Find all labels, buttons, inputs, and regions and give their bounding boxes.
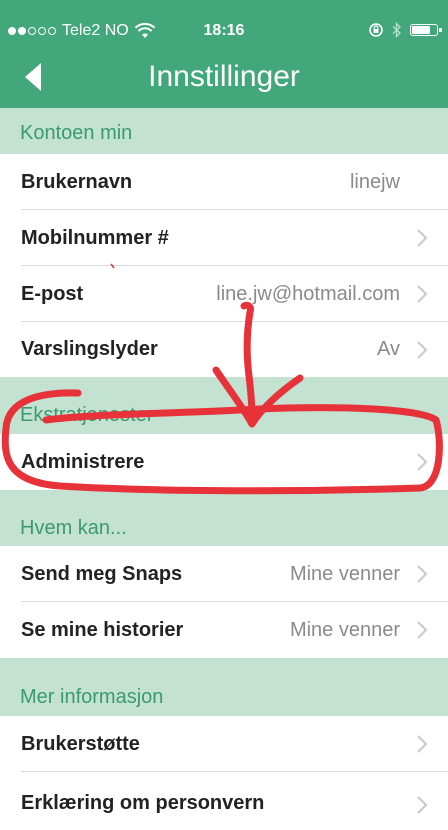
settings-row-support[interactable]: Brukerstøtte <box>0 716 448 772</box>
row-value: Av <box>377 338 400 360</box>
row-label: Erklæring om personvern <box>21 791 265 814</box>
chevron-right-icon <box>417 796 428 814</box>
settings-row-view-stories[interactable]: Se mine historier Mine venner <box>0 602 448 658</box>
settings-row-privacy[interactable]: Erklæring om personvern <box>0 772 448 830</box>
settings-row-email[interactable]: E-post line.jw@hotmail.com <box>0 266 448 322</box>
navigation-bar: Innstillinger <box>0 47 448 108</box>
row-label: Send meg Snaps <box>21 562 183 585</box>
chevron-right-icon <box>417 285 428 303</box>
status-right <box>368 22 442 38</box>
section-header-extra-services: Ekstratjenester <box>0 377 448 434</box>
settings-row-username[interactable]: Brukernavn linejw <box>0 154 448 210</box>
row-value: linejw <box>349 170 400 193</box>
row-label: Brukerstøtte <box>21 732 140 755</box>
row-label: E-post <box>21 282 84 305</box>
battery-icon <box>410 24 442 36</box>
chevron-right-icon <box>417 340 428 359</box>
row-label: Administrere <box>21 450 145 473</box>
row-value: line.jw@hotmail.com <box>216 282 400 305</box>
chevron-right-icon <box>417 453 428 471</box>
bluetooth-icon <box>392 22 402 38</box>
rotation-lock-icon <box>369 23 383 37</box>
section-header-account: Kontoen min <box>0 108 448 154</box>
row-label: Se mine historier <box>21 618 184 641</box>
row-label: Mobilnummer # <box>21 226 169 249</box>
settings-row-manage[interactable]: Administrere <box>0 434 448 490</box>
row-value: Mine venner <box>289 562 400 585</box>
status-bar: Tele2 NO 18:16 <box>0 0 448 47</box>
row-label: Brukernavn <box>21 170 133 193</box>
battery-cap <box>439 28 442 32</box>
chevron-right-icon <box>417 621 428 639</box>
section-header-who-can: Hvem kan... <box>0 490 448 546</box>
settings-row-send-snaps[interactable]: Send meg Snaps Mine venner <box>0 546 448 602</box>
chevron-right-icon <box>417 565 428 583</box>
settings-screen: Tele2 NO 18:16 Innstillinger Kontoen min… <box>0 0 448 830</box>
page-title: Innstillinger <box>148 60 300 93</box>
row-value: Mine venner <box>289 618 400 641</box>
section-header-more-info: Mer informasjon <box>0 658 448 716</box>
settings-row-mobile[interactable]: Mobilnummer # <box>0 210 448 266</box>
settings-row-notification-sounds[interactable]: Varslingslyder Av <box>0 322 448 377</box>
chevron-right-icon <box>417 229 428 247</box>
battery-level <box>412 26 430 34</box>
chevron-right-icon <box>417 735 428 753</box>
row-label: Varslingslyder <box>21 338 158 360</box>
